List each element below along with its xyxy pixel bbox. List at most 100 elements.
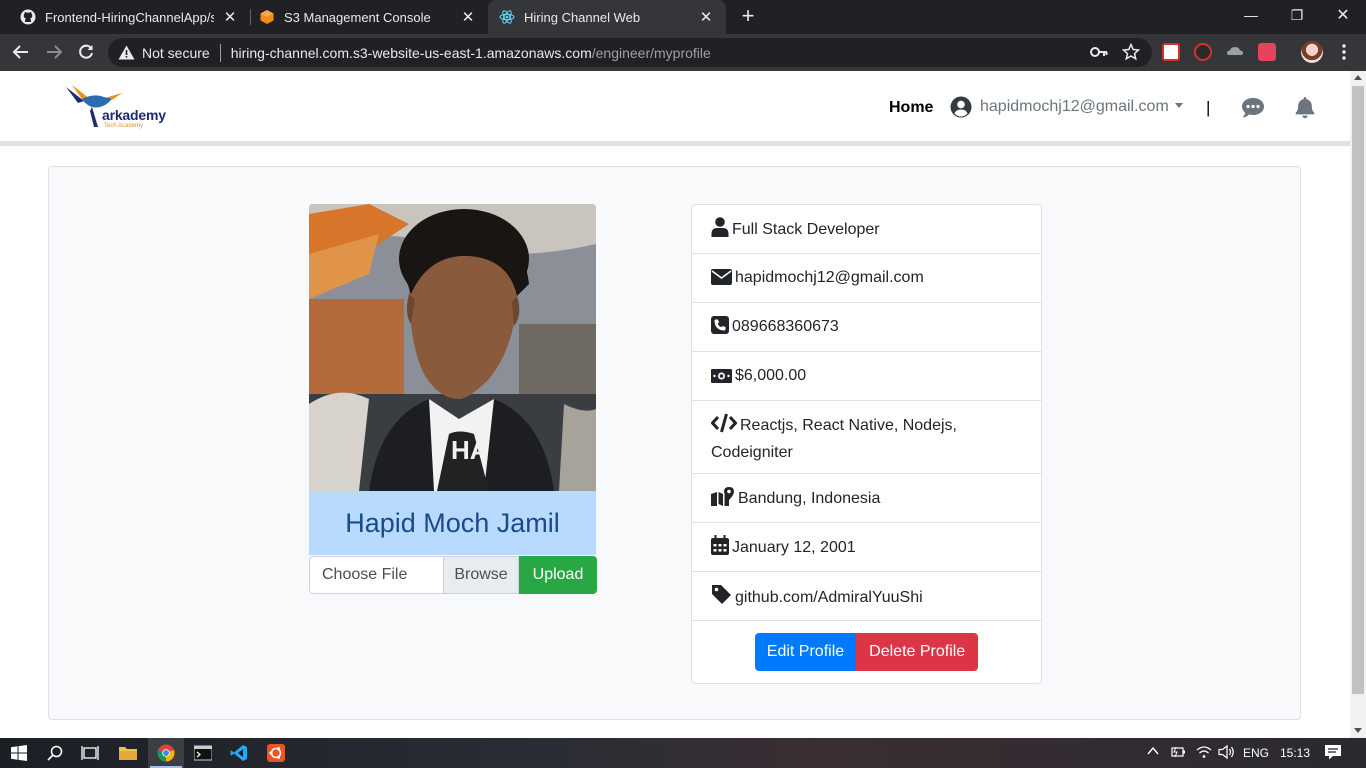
minimize-button[interactable]: — — [1228, 0, 1274, 30]
chat-button[interactable] — [1241, 97, 1265, 124]
notification-button[interactable] — [1295, 96, 1315, 124]
star-icon[interactable] — [1119, 40, 1143, 64]
windows-start-icon[interactable] — [9, 743, 29, 763]
profile-details-card: Full Stack Developer hapidmochj12@gmail.… — [691, 204, 1042, 684]
logo-subtext: Tech Academy — [104, 123, 144, 129]
key-icon[interactable] — [1087, 40, 1111, 64]
address-bar[interactable]: Not secure hiring-channel.com.s3-website… — [108, 38, 1152, 67]
volume-icon[interactable] — [1218, 744, 1236, 763]
file-explorer-icon[interactable] — [118, 743, 138, 763]
language-indicator[interactable]: ENG — [1243, 746, 1269, 760]
detail-text: hapidmochj12@gmail.com — [735, 269, 924, 286]
upload-button[interactable]: Upload — [519, 556, 597, 594]
vscode-icon[interactable] — [229, 743, 249, 763]
detail-birthdate: January 12, 2001 — [692, 523, 1041, 572]
phone-icon — [711, 316, 729, 342]
divider — [219, 43, 221, 62]
detail-email: hapidmochj12@gmail.com — [692, 254, 1041, 303]
scroll-up-icon[interactable] — [1354, 75, 1362, 80]
close-icon[interactable]: ✕ — [460, 9, 476, 26]
detail-text: 089668360673 — [732, 318, 839, 335]
profile-photo: HA — [309, 204, 596, 491]
edit-profile-button[interactable]: Edit Profile — [754, 633, 857, 671]
arrow-left-icon — [12, 45, 28, 59]
tag-icon — [711, 584, 732, 613]
notification-center-icon[interactable] — [1324, 744, 1342, 763]
detail-job-title: Full Stack Developer — [692, 205, 1041, 254]
browser-toolbar: Not secure hiring-channel.com.s3-website… — [0, 34, 1366, 71]
more-menu-icon[interactable] — [1332, 40, 1356, 64]
detail-skills: Reactjs, React Native, Nodejs, Codeignit… — [692, 401, 1041, 474]
browse-button[interactable]: Browse — [443, 556, 519, 594]
forward-button[interactable] — [42, 40, 66, 64]
detail-text: January 12, 2001 — [732, 539, 856, 556]
battery-icon[interactable] — [1170, 745, 1186, 762]
chrome-icon[interactable] — [156, 743, 176, 763]
chevron-up-icon[interactable] — [1146, 744, 1160, 761]
profile-actions: Edit Profile Delete Profile — [692, 621, 1041, 683]
react-icon — [499, 9, 515, 25]
reload-button[interactable] — [74, 40, 98, 64]
url-path: /engineer/myprofile — [591, 44, 711, 61]
detail-location: Bandung, Indonesia — [692, 474, 1041, 523]
new-tab-button[interactable]: + — [736, 5, 760, 29]
detail-phone: 089668360673 — [692, 303, 1041, 352]
back-button[interactable] — [9, 40, 33, 64]
wifi-icon[interactable] — [1196, 744, 1212, 763]
map-icon — [711, 486, 735, 514]
user-circle-icon — [950, 96, 972, 118]
extension-icon[interactable] — [1162, 43, 1180, 61]
avatar[interactable] — [1301, 41, 1323, 63]
calendar-icon — [711, 535, 729, 563]
code-icon — [710, 413, 738, 441]
profile-name: Hapid Moch Jamil — [345, 507, 560, 538]
photo-upload-group: Choose File Browse Upload — [309, 556, 597, 594]
choose-file-input[interactable]: Choose File — [309, 556, 443, 594]
close-icon[interactable]: ✕ — [222, 9, 238, 26]
nav-separator: | — [1206, 98, 1211, 117]
delete-profile-button[interactable]: Delete Profile — [856, 633, 979, 671]
ubuntu-icon[interactable] — [266, 743, 286, 763]
nav-home-link[interactable]: Home — [889, 99, 933, 117]
arrow-right-icon — [47, 45, 63, 59]
page-scrollbar[interactable] — [1350, 71, 1366, 738]
money-icon — [711, 367, 732, 391]
detail-text: Full Stack Developer — [732, 221, 880, 238]
close-window-button[interactable]: ✕ — [1320, 0, 1366, 30]
warning-icon[interactable] — [118, 45, 136, 60]
detail-text: github.com/AdmiralYuuShi — [735, 589, 923, 606]
security-label: Not secure — [142, 44, 210, 61]
detail-website: github.com/AdmiralYuuShi — [692, 572, 1041, 621]
scrollbar-thumb[interactable] — [1352, 86, 1364, 694]
github-icon — [20, 9, 36, 25]
profile-photo-card: HA Hapid Moch Jamil Choose File Browse U… — [309, 204, 597, 594]
browser-tab-s3[interactable]: S3 Management Console ✕ — [250, 0, 488, 34]
extension-icon[interactable] — [1226, 43, 1244, 61]
arkademy-logo[interactable]: arkademy Tech Academy — [64, 83, 174, 133]
comment-dots-icon — [1242, 98, 1264, 118]
clock[interactable]: 15:13 — [1280, 746, 1310, 760]
detail-text: $6,000.00 — [735, 367, 807, 384]
terminal-icon[interactable] — [193, 743, 213, 763]
user-icon — [711, 217, 729, 245]
user-dropdown[interactable]: hapidmochj12@gmail.com — [950, 96, 1183, 118]
browser-tab-github[interactable]: Frontend-HiringChannelApp/src/ ✕ — [0, 0, 250, 34]
profile-name-banner: Hapid Moch Jamil — [309, 491, 596, 555]
extension-icon[interactable] — [1258, 43, 1276, 61]
restore-button[interactable]: ❐ — [1274, 0, 1320, 30]
scroll-down-icon[interactable] — [1354, 728, 1362, 733]
chevron-down-icon — [1174, 102, 1183, 108]
search-icon[interactable] — [45, 743, 65, 763]
task-view-icon[interactable] — [80, 743, 100, 763]
browser-tab-hiring-channel[interactable]: Hiring Channel Web ✕ — [488, 0, 726, 34]
url-host: hiring-channel.com.s3-website-us-east-1.… — [230, 44, 592, 61]
close-icon[interactable]: ✕ — [698, 9, 714, 26]
windows-taskbar: ENG 15:13 — [0, 738, 1366, 768]
tab-title: Hiring Channel Web — [524, 9, 641, 25]
tab-title: S3 Management Console — [284, 9, 431, 25]
svg-text:HA: HA — [451, 435, 489, 465]
extension-icon[interactable] — [1194, 43, 1212, 61]
detail-text: Bandung, Indonesia — [738, 490, 881, 507]
user-email: hapidmochj12@gmail.com — [980, 98, 1169, 115]
detail-text: Reactjs, React Native, Nodejs, Codeignit… — [711, 417, 957, 461]
